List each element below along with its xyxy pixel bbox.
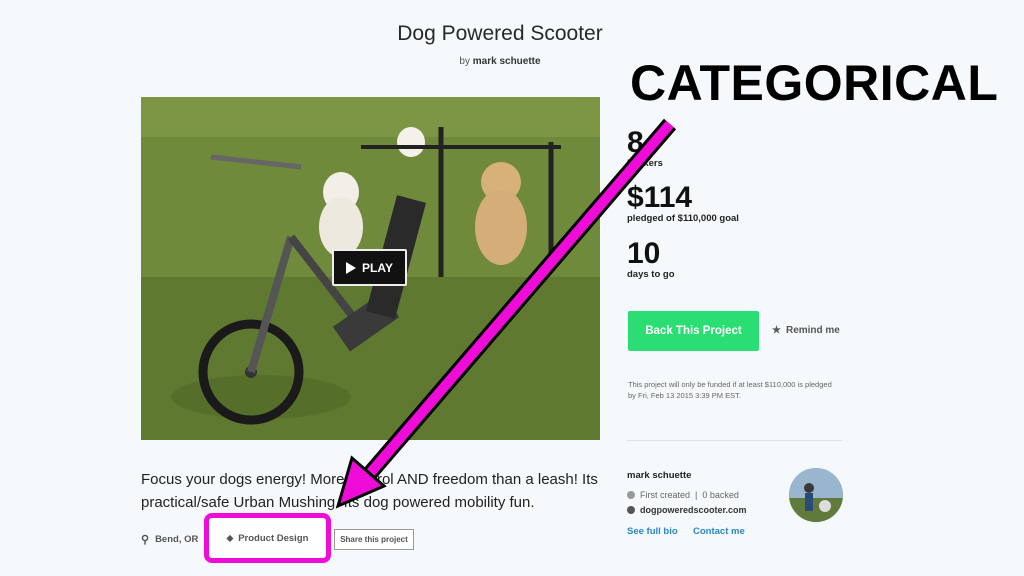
funding-fine-print: This project will only be funded if at l… <box>628 380 832 400</box>
contact-me-link[interactable]: Contact me <box>693 526 745 537</box>
history-separator: | <box>695 490 698 500</box>
globe-icon <box>627 506 635 514</box>
days-count: 10 <box>627 237 661 270</box>
creator-history: First created | 0 backed <box>627 490 739 500</box>
first-created: First created <box>640 490 691 500</box>
project-blurb: Focus your dogs energy! More control AND… <box>141 471 598 511</box>
category-tag[interactable]: ⬥ Product Design <box>204 513 331 563</box>
creator-link[interactable]: mark schuette <box>473 56 541 67</box>
avatar-image <box>789 468 843 522</box>
star-icon: ★ <box>772 325 781 336</box>
project-title: Dog Powered Scooter <box>397 22 603 45</box>
backers-label: backers <box>627 158 663 169</box>
backers-count: 8 <box>627 126 644 159</box>
location-label: Bend, OR <box>155 534 199 545</box>
see-full-bio-link[interactable]: See full bio <box>627 526 678 537</box>
days-label: days to go <box>627 269 675 280</box>
website-link[interactable]: dogpoweredscooter.com <box>640 505 747 515</box>
play-label: PLAY <box>362 260 393 275</box>
play-button[interactable]: PLAY <box>332 249 407 286</box>
avatar[interactable] <box>789 468 843 522</box>
back-project-button[interactable]: Back This Project <box>628 311 759 351</box>
pledged-stat: $114 pledged of $110,000 goal <box>627 181 739 225</box>
remind-me-button[interactable]: ★ Remind me <box>772 325 840 336</box>
annotation-label: CATEGORICAL <box>630 55 999 111</box>
backers-stat: 8 backers <box>627 126 663 170</box>
history-icon <box>627 491 635 499</box>
share-project-button[interactable]: Share this project <box>334 529 414 550</box>
location-pin-icon: ⚲ <box>141 534 150 546</box>
creator-website[interactable]: dogpoweredscooter.com <box>627 505 747 515</box>
category-label: Product Design <box>238 532 309 544</box>
remind-label: Remind me <box>785 325 840 336</box>
pledged-label: pledged of $110,000 goal <box>627 213 739 224</box>
play-icon <box>346 261 357 274</box>
location-tag[interactable]: ⚲ Bend, OR <box>141 533 198 546</box>
byline-prefix: by <box>459 56 470 67</box>
sidebar-divider <box>627 440 842 441</box>
pledged-amount: $114 <box>627 181 693 214</box>
days-stat: 10 days to go <box>627 237 675 281</box>
tag-icon: ⬥ <box>226 532 234 544</box>
backed-count: 0 backed <box>702 490 739 500</box>
creator-name[interactable]: mark schuette <box>627 470 691 481</box>
